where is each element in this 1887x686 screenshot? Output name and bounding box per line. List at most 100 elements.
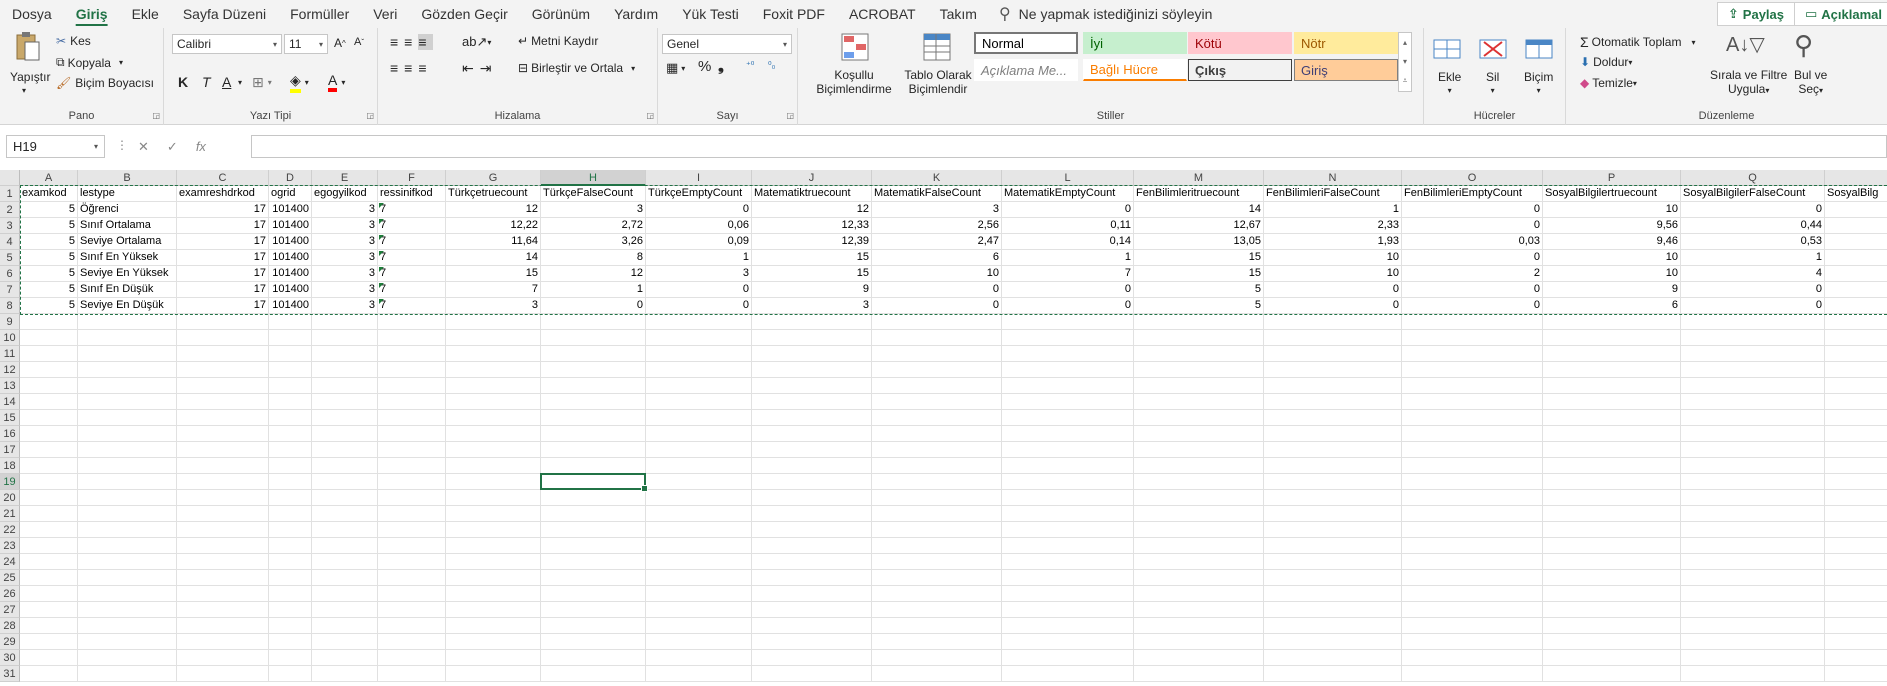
- cell[interactable]: [1825, 554, 1887, 570]
- cell[interactable]: [269, 522, 312, 538]
- cell[interactable]: [872, 538, 1002, 554]
- cell[interactable]: 9,56: [1543, 218, 1681, 234]
- cell[interactable]: [1402, 554, 1543, 570]
- row-header[interactable]: 25: [0, 570, 20, 586]
- cell[interactable]: [177, 506, 269, 522]
- cell[interactable]: 7: [378, 250, 446, 266]
- cell[interactable]: [269, 490, 312, 506]
- cell[interactable]: [1825, 666, 1887, 682]
- formula-input[interactable]: [251, 135, 1887, 158]
- conditional-formatting-button[interactable]: Koşullu Biçimlendirme: [814, 68, 894, 96]
- row-header[interactable]: 11: [0, 346, 20, 362]
- cell[interactable]: 0: [646, 202, 752, 218]
- cell[interactable]: [646, 650, 752, 666]
- cell[interactable]: 0,09: [646, 234, 752, 250]
- cell[interactable]: [269, 426, 312, 442]
- cell[interactable]: [177, 618, 269, 634]
- cell[interactable]: [872, 586, 1002, 602]
- cell[interactable]: [752, 346, 872, 362]
- cell[interactable]: [1681, 506, 1825, 522]
- format-painter-button[interactable]: 🖌 Biçim Boyacısı: [56, 76, 154, 90]
- cell[interactable]: [1402, 602, 1543, 618]
- cell[interactable]: [312, 394, 378, 410]
- cell[interactable]: 3: [312, 250, 378, 266]
- cell[interactable]: 101400: [269, 250, 312, 266]
- cell[interactable]: [872, 442, 1002, 458]
- cell[interactable]: [752, 602, 872, 618]
- menu-tab[interactable]: Giriş: [64, 0, 120, 28]
- cell[interactable]: [1825, 490, 1887, 506]
- cell[interactable]: 5: [1134, 282, 1264, 298]
- cell[interactable]: [646, 442, 752, 458]
- cell[interactable]: [1825, 570, 1887, 586]
- cell[interactable]: 12,22: [446, 218, 541, 234]
- cell[interactable]: [269, 314, 312, 330]
- cell[interactable]: [1825, 634, 1887, 650]
- cell[interactable]: 10: [1543, 202, 1681, 218]
- column-header[interactable]: C: [177, 170, 269, 186]
- cell[interactable]: examreshdrkod: [177, 186, 269, 202]
- cell[interactable]: [1543, 394, 1681, 410]
- cell[interactable]: [872, 602, 1002, 618]
- cell[interactable]: [1134, 474, 1264, 490]
- cell[interactable]: [1543, 362, 1681, 378]
- cell[interactable]: [1002, 314, 1134, 330]
- cell[interactable]: [872, 634, 1002, 650]
- cell[interactable]: [378, 586, 446, 602]
- cell[interactable]: [78, 474, 177, 490]
- cell[interactable]: 3: [312, 282, 378, 298]
- cell[interactable]: [446, 410, 541, 426]
- cell[interactable]: [378, 314, 446, 330]
- cell[interactable]: 0,03: [1402, 234, 1543, 250]
- cell[interactable]: [1002, 634, 1134, 650]
- cell[interactable]: 14: [446, 250, 541, 266]
- cell[interactable]: [646, 458, 752, 474]
- cell[interactable]: egogyilkod: [312, 186, 378, 202]
- cell[interactable]: [541, 458, 646, 474]
- cell[interactable]: 3: [312, 218, 378, 234]
- orientation-icon[interactable]: ab↗ ▾: [462, 34, 491, 50]
- cell[interactable]: [752, 522, 872, 538]
- cell[interactable]: [1543, 474, 1681, 490]
- column-header[interactable]: P: [1543, 170, 1681, 186]
- cell[interactable]: 0,06: [646, 218, 752, 234]
- cell[interactable]: [872, 330, 1002, 346]
- cell[interactable]: [1002, 442, 1134, 458]
- cell[interactable]: [1825, 394, 1887, 410]
- cell[interactable]: [1264, 442, 1402, 458]
- cell[interactable]: [1543, 506, 1681, 522]
- cell[interactable]: ogrid: [269, 186, 312, 202]
- cell[interactable]: SosyalBilg: [1825, 186, 1887, 202]
- cell[interactable]: [872, 394, 1002, 410]
- row-header[interactable]: 5: [0, 250, 20, 266]
- cell[interactable]: [1681, 474, 1825, 490]
- cell[interactable]: [269, 602, 312, 618]
- cell[interactable]: 2: [1402, 266, 1543, 282]
- cell[interactable]: [1543, 634, 1681, 650]
- cell[interactable]: [20, 330, 78, 346]
- cell-style-item[interactable]: Kötü: [1188, 32, 1292, 54]
- column-header[interactable]: G: [446, 170, 541, 186]
- cell[interactable]: MatematikFalseCount: [872, 186, 1002, 202]
- cell[interactable]: [312, 314, 378, 330]
- cell[interactable]: [1681, 426, 1825, 442]
- cell[interactable]: [20, 666, 78, 682]
- cell[interactable]: [446, 506, 541, 522]
- cell[interactable]: 101400: [269, 266, 312, 282]
- menu-tab[interactable]: Görünüm: [520, 0, 602, 28]
- cell[interactable]: [1402, 506, 1543, 522]
- cell[interactable]: [177, 570, 269, 586]
- row-header[interactable]: 8: [0, 298, 20, 314]
- cell[interactable]: [1002, 554, 1134, 570]
- currency-icon[interactable]: ▦ ▾: [666, 60, 685, 76]
- column-header[interactable]: F: [378, 170, 446, 186]
- column-header[interactable]: [1825, 170, 1887, 186]
- cell[interactable]: [752, 426, 872, 442]
- cell[interactable]: 7: [1002, 266, 1134, 282]
- cell[interactable]: [312, 618, 378, 634]
- sort-filter-button[interactable]: Sırala ve Filtre Uygula▾: [1710, 68, 1787, 98]
- cell[interactable]: [646, 538, 752, 554]
- cell[interactable]: [446, 554, 541, 570]
- cell-style-item[interactable]: Çıkış: [1188, 59, 1292, 81]
- cell[interactable]: [1402, 570, 1543, 586]
